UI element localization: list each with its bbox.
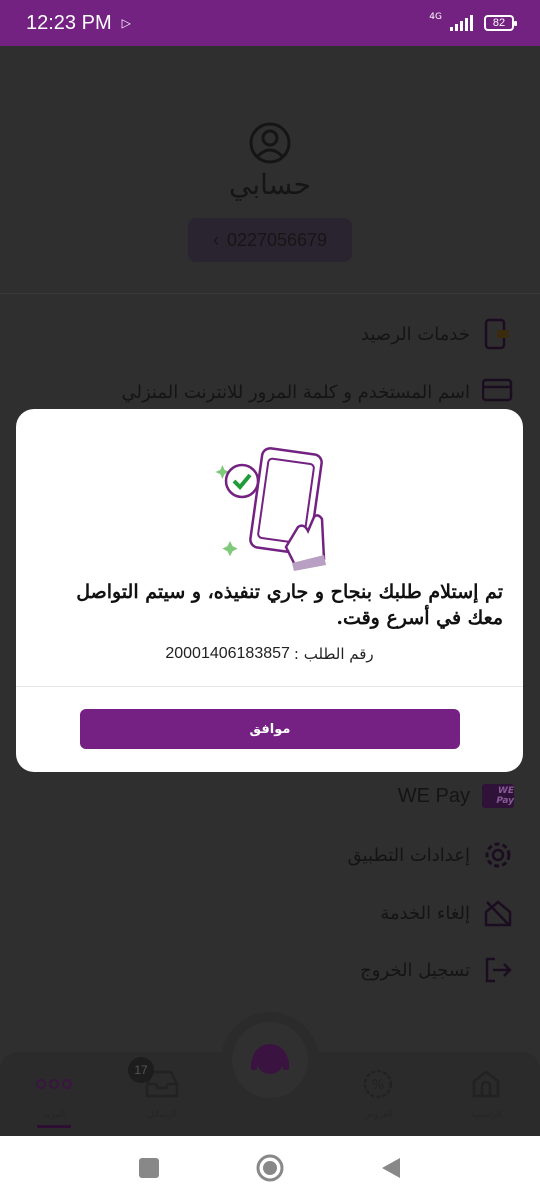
recents-button[interactable] [138, 1157, 160, 1179]
network-type: 4G [429, 12, 442, 22]
success-message: تم إستلام طلبك بنجاح و جاري تنفيذه، و سي… [76, 581, 503, 629]
signal-icon [450, 15, 473, 31]
ok-button[interactable]: موافق [80, 709, 460, 749]
status-time: 12:23 PM [26, 11, 112, 34]
media-play-icon: ▷ [121, 16, 131, 30]
order-number-line: 20001406183857 رقم الطلب : [16, 645, 523, 663]
success-dialog: تم إستلام طلبك بنجاح و جاري تنفيذه، و سي… [16, 409, 523, 772]
system-navigation-bar [0, 1136, 540, 1200]
status-bar: 12:23 PM ▷ 4G 82 [0, 0, 540, 46]
phone-success-illustration [216, 447, 326, 571]
status-indicators: 4G 82 [429, 12, 517, 31]
divider [16, 686, 523, 687]
battery-indicator: 82 [484, 15, 517, 31]
order-number: 20001406183857 [165, 645, 290, 662]
back-button[interactable] [380, 1156, 402, 1180]
order-number-label: رقم الطلب : [293, 645, 374, 663]
battery-level: 82 [492, 17, 506, 29]
home-button[interactable] [255, 1153, 285, 1183]
